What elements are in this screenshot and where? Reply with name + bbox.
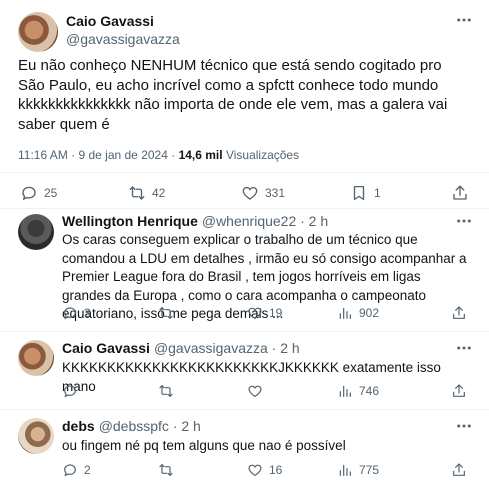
divider [0, 208, 489, 209]
avatar[interactable] [18, 12, 58, 52]
reply-author-handle[interactable]: @gavassigavazza · 2 h [154, 340, 300, 356]
retweet-arrows-icon [159, 464, 173, 476]
reply-button[interactable]: 2 [62, 462, 91, 478]
share-button[interactable] [451, 383, 473, 399]
tweet-time[interactable]: 11:16 AM · 9 de jan de 2024 · [18, 148, 175, 162]
bookmark-button[interactable]: 1 [350, 184, 381, 202]
reply-header: Wellington Henrique @whenrique22 · 2 h [62, 213, 328, 229]
reply-text: ou fingem né pq tem alguns que nao é pos… [62, 438, 346, 453]
more-options-button[interactable] [454, 338, 474, 358]
avatar[interactable] [18, 214, 54, 250]
avatar[interactable] [18, 340, 54, 376]
author-handle[interactable]: @gavassigavazza [66, 31, 180, 47]
views-count: 902 [359, 306, 380, 320]
views-count: 746 [359, 384, 380, 398]
like-count: 16 [269, 463, 283, 477]
views-button[interactable]: 775 [337, 462, 379, 478]
retweet-arrows-icon [129, 186, 145, 200]
like-count: 331 [265, 186, 286, 200]
more-options-button[interactable] [454, 211, 474, 231]
like-count: 19 [269, 306, 283, 320]
retweet-arrows-icon [159, 385, 173, 397]
reply-count: 3 [84, 306, 91, 320]
more-dots-icon [457, 219, 471, 223]
reply-button[interactable]: 3 [62, 305, 91, 321]
like-button[interactable]: 331 [241, 184, 285, 202]
heart-icon [248, 464, 262, 477]
divider [0, 409, 489, 410]
like-button[interactable]: 19 [247, 305, 282, 321]
tweet-meta: 11:16 AM · 9 de jan de 2024 · 14,6 mil V… [18, 148, 299, 162]
divider [0, 331, 489, 332]
reply-author-name[interactable]: Caio Gavassi [62, 340, 150, 356]
views-count: 775 [359, 463, 380, 477]
bar-chart-icon [339, 307, 351, 319]
retweet-arrows-icon [159, 307, 173, 319]
more-dots-icon [457, 346, 471, 350]
more-options-button[interactable] [454, 416, 474, 436]
reply-author-handle[interactable]: @debsspfc · 2 h [99, 418, 201, 434]
main-tweet: Caio Gavassi @gavassigavazza Eu não conh… [0, 0, 489, 208]
speech-bubble-icon [64, 464, 76, 477]
avatar[interactable] [18, 418, 54, 454]
bookmark-count: 1 [374, 186, 381, 200]
more-options-button[interactable] [454, 10, 474, 30]
like-button[interactable]: 16 [247, 462, 282, 478]
share-upload-icon [453, 384, 465, 397]
divider [0, 172, 489, 173]
heart-icon [248, 385, 262, 398]
author-name[interactable]: Caio Gavassi [66, 13, 154, 29]
share-button[interactable] [451, 305, 473, 321]
reply-header: Caio Gavassi @gavassigavazza · 2 h [62, 340, 300, 356]
retweet-button[interactable] [158, 462, 180, 478]
share-upload-icon [453, 306, 465, 319]
speech-bubble-icon [64, 385, 76, 398]
more-dots-icon [457, 424, 471, 428]
share-button[interactable] [451, 462, 473, 478]
bar-chart-icon [339, 385, 351, 397]
like-button[interactable] [247, 383, 269, 399]
retweet-button[interactable] [158, 305, 180, 321]
views-button[interactable]: 902 [337, 305, 379, 321]
reply-author-name[interactable]: Wellington Henrique [62, 213, 198, 229]
speech-bubble-icon [22, 186, 36, 201]
bar-chart-icon [339, 464, 351, 476]
bookmark-icon [353, 185, 365, 201]
retweet-count: 42 [152, 186, 166, 200]
reply-button[interactable]: 25 [20, 184, 57, 202]
retweet-button[interactable] [158, 383, 180, 399]
retweet-button[interactable]: 42 [128, 184, 165, 202]
views-count: 14,6 mil [178, 148, 223, 162]
reply-count: 2 [84, 463, 91, 477]
views-label: Visualizações [225, 148, 300, 162]
reply-button[interactable] [62, 383, 84, 399]
share-upload-icon [453, 463, 465, 476]
more-dots-icon [457, 18, 471, 22]
speech-bubble-icon [64, 307, 76, 320]
reply-author-handle[interactable]: @whenrique22 · 2 h [202, 213, 328, 229]
heart-icon [248, 307, 262, 320]
heart-icon [242, 186, 258, 200]
views-button[interactable]: 746 [337, 383, 379, 399]
share-button[interactable] [451, 184, 475, 202]
share-upload-icon [453, 185, 467, 200]
tweet-text: Eu não conheço NENHUM técnico que está s… [18, 57, 448, 133]
reply-author-name[interactable]: debs [62, 418, 95, 434]
reply-count: 25 [44, 186, 58, 200]
reply-header: debs @debsspfc · 2 h [62, 418, 201, 434]
